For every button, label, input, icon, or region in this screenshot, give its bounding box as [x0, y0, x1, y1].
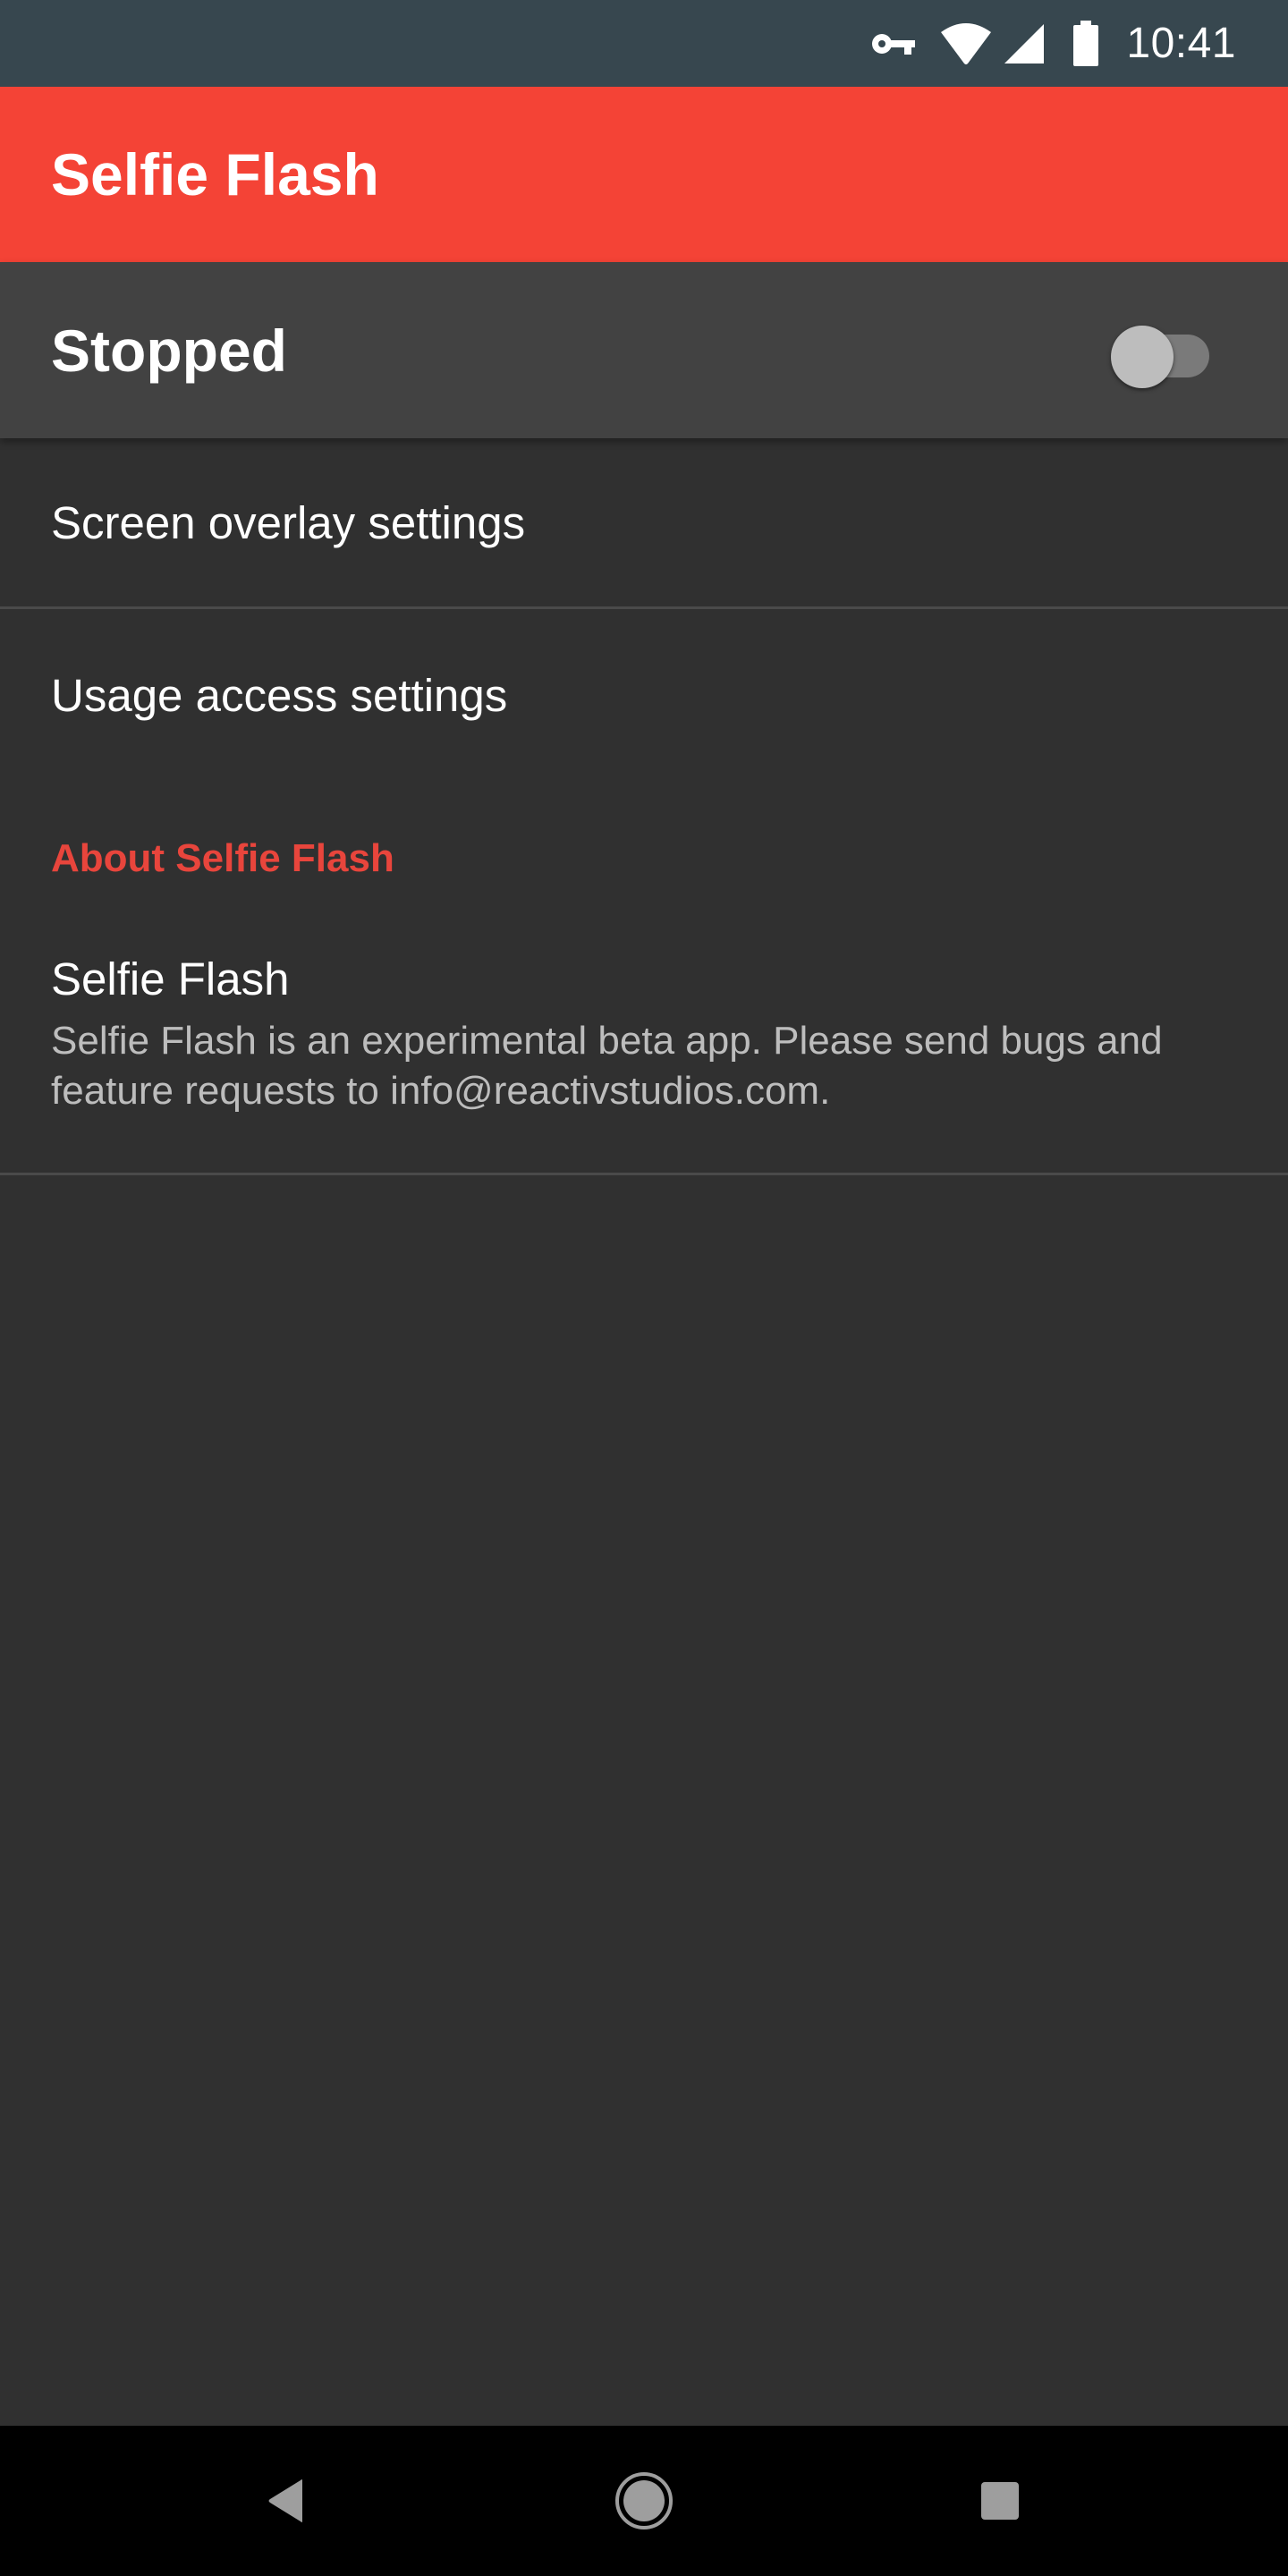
pref-title: Screen overlay settings — [51, 496, 526, 548]
status-bar: 10:41 — [0, 0, 1288, 87]
about-item-summary: Selfie Flash is an experimental beta app… — [51, 1019, 1163, 1113]
navigation-bar — [0, 2426, 1288, 2576]
master-toggle-switch[interactable] — [1102, 315, 1218, 388]
pref-title: Usage access settings — [51, 669, 508, 721]
app-toolbar: Selfie Flash — [0, 87, 1288, 262]
pref-screen-overlay-settings[interactable]: Screen overlay settings — [0, 438, 1288, 606]
back-icon — [268, 2479, 302, 2522]
battery-icon — [1072, 20, 1099, 67]
home-button[interactable] — [608, 2465, 680, 2537]
vpn-key-icon — [870, 30, 917, 57]
home-icon — [615, 2472, 673, 2529]
pref-usage-access-settings[interactable]: Usage access settings — [0, 609, 1288, 781]
master-switch-label: Stopped — [51, 317, 287, 384]
app-title: Selfie Flash — [51, 141, 379, 208]
recents-button[interactable] — [964, 2465, 1036, 2537]
recents-icon — [981, 2482, 1019, 2520]
cellular-signal-icon — [1003, 22, 1046, 65]
divider — [0, 1173, 1288, 1175]
category-about: About Selfie Flash — [51, 836, 394, 880]
about-item-title: Selfie Flash — [51, 953, 290, 1004]
wifi-icon — [940, 21, 992, 66]
status-time: 10:41 — [1126, 20, 1236, 67]
pref-about-selfie-flash[interactable]: Selfie Flash Selfie Flash is an experime… — [51, 950, 1241, 1116]
switch-thumb[interactable] — [1111, 325, 1174, 388]
back-button[interactable] — [250, 2465, 322, 2537]
master-switch-bar[interactable]: Stopped — [0, 262, 1288, 438]
